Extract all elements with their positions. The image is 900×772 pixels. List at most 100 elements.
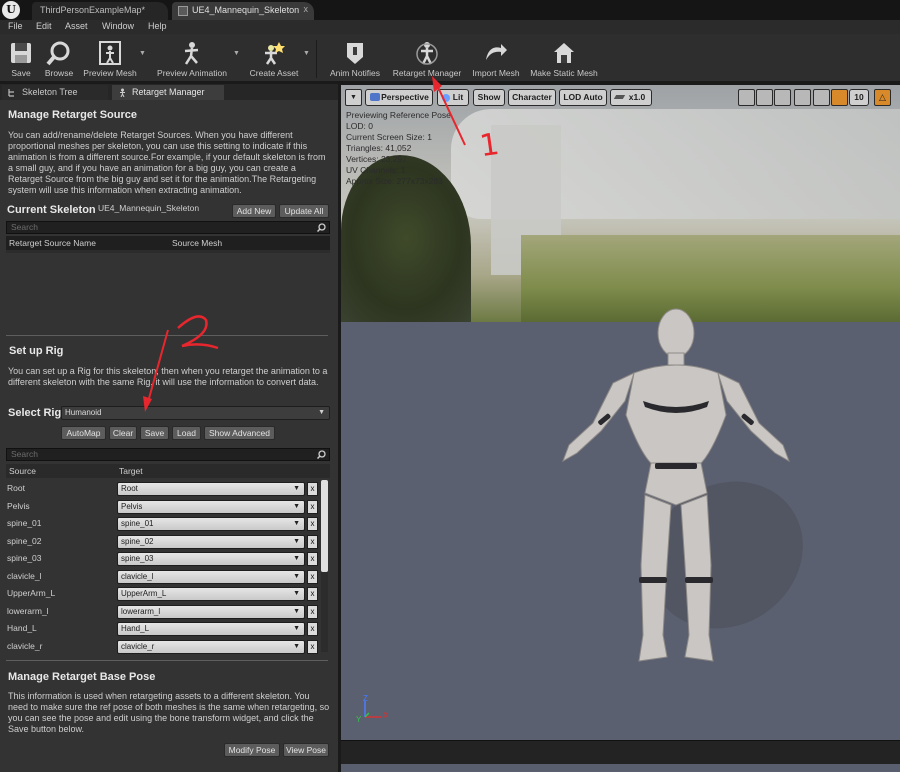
clear-mapping-button[interactable]: x — [307, 499, 318, 514]
column-target[interactable]: Target — [119, 466, 143, 476]
menu-asset[interactable]: Asset — [65, 21, 88, 31]
save-button[interactable]: Save — [4, 38, 38, 80]
tab-mannequin-skeleton[interactable]: UE4_Mannequin_Skeleton x — [172, 2, 314, 20]
rig-target-bone-value: clavicle_l — [121, 571, 154, 581]
rig-target-bone-dropdown[interactable]: UpperArm_L ▼ — [117, 587, 305, 601]
chevron-down-icon: ▼ — [293, 555, 300, 562]
chevron-down-icon: ▼ — [293, 520, 300, 527]
rig-target-bone-dropdown[interactable]: spine_03 ▼ — [117, 552, 305, 566]
playback-speed-label: x1.0 — [628, 92, 646, 102]
rig-target-bone-value: UpperArm_L — [121, 589, 167, 598]
menu-help[interactable]: Help — [148, 21, 167, 31]
view-pose-button[interactable]: View Pose — [283, 743, 329, 757]
save-icon — [11, 43, 31, 63]
rig-target-bone-value: lowerarm_l — [121, 606, 161, 616]
rig-target-bone-dropdown[interactable]: Root ▼ — [117, 482, 305, 496]
rig-target-bone-value: clavicle_r — [121, 641, 155, 651]
search-icon — [317, 450, 326, 459]
tab-skeleton-tree[interactable]: Skeleton Tree — [2, 85, 108, 100]
chevron-down-icon: ▼ — [293, 642, 300, 650]
axis-z-label: Z — [363, 694, 368, 703]
preview-mesh-button[interactable]: Preview Mesh — [80, 38, 140, 80]
rig-source-bone: spine_01 — [7, 518, 42, 528]
column-source[interactable]: Source — [9, 466, 36, 476]
rig-search-input[interactable]: Search — [6, 448, 330, 461]
preview-mesh-icon — [99, 41, 121, 65]
character-button[interactable]: Character — [508, 89, 556, 106]
browse-icon — [46, 41, 70, 66]
rig-source-bone: UpperArm_L — [7, 588, 56, 598]
tab-mannequin-skeleton-label: UE4_Mannequin_Skeleton — [192, 5, 300, 15]
menu-window[interactable]: Window — [102, 21, 134, 31]
menu-edit[interactable]: Edit — [36, 21, 52, 31]
lod-button[interactable]: LOD Auto — [559, 89, 607, 106]
select-rig-label: Select Rig — [8, 407, 62, 419]
save-label: Save — [11, 68, 31, 78]
rig-target-bone-dropdown[interactable]: spine_02 ▼ — [117, 534, 305, 549]
chevron-down-icon: ▼ — [293, 485, 300, 492]
set-up-rig-heading: Set up Rig — [9, 345, 64, 357]
rig-target-bone-dropdown[interactable]: spine_01 ▼ — [117, 517, 305, 531]
skeleton-tree-icon — [8, 89, 14, 97]
manage-base-pose-heading: Manage Retarget Base Pose — [8, 671, 156, 683]
clear-button[interactable]: Clear — [109, 426, 137, 440]
clear-mapping-button[interactable]: x — [307, 517, 318, 531]
unreal-logo-icon[interactable]: U — [2, 1, 20, 19]
clear-mapping-button[interactable]: x — [307, 534, 318, 549]
chevron-down-icon: ▼ — [293, 607, 300, 615]
clear-mapping-button[interactable]: x — [307, 622, 318, 636]
world-local-toggle-icon[interactable] — [794, 89, 811, 106]
make-static-mesh-button[interactable]: Make Static Mesh — [526, 38, 602, 80]
rig-target-bone-dropdown[interactable]: lowerarm_l ▼ — [117, 604, 305, 619]
load-rig-button[interactable]: Load — [172, 426, 201, 440]
rig-target-bone-dropdown[interactable]: Hand_L ▼ — [117, 622, 305, 636]
automap-button[interactable]: AutoMap — [61, 426, 106, 440]
clear-mapping-button[interactable]: x — [307, 639, 318, 654]
menu-bar: File Edit Asset Window Help — [0, 20, 900, 34]
rig-search-placeholder: Search — [11, 449, 38, 459]
save-rig-button[interactable]: Save — [140, 426, 169, 440]
browse-label: Browse — [44, 68, 74, 78]
close-icon[interactable]: x — [304, 4, 309, 14]
column-retarget-source-name[interactable]: Retarget Source Name — [9, 238, 96, 248]
section-divider — [6, 660, 328, 661]
modify-pose-button[interactable]: Modify Pose — [224, 743, 280, 757]
rig-target-bone-dropdown[interactable]: Pelvis ▼ — [117, 499, 305, 514]
rotate-mode-icon[interactable] — [756, 89, 773, 106]
tab-third-person-map[interactable]: ThirdPersonExampleMap* — [32, 2, 168, 20]
title-bar: U ThirdPersonExampleMap* UE4_Mannequin_S… — [0, 0, 900, 20]
show-advanced-button[interactable]: Show Advanced — [204, 426, 275, 440]
rig-source-bone: Hand_L — [7, 623, 37, 633]
axis-y-label: Y — [356, 715, 362, 724]
menu-file[interactable]: File — [8, 21, 23, 31]
speed-icon — [613, 95, 626, 99]
rig-list-scroll-track[interactable] — [321, 572, 328, 652]
preview-mesh-label: Preview Mesh — [83, 68, 137, 78]
rig-target-bone-dropdown[interactable]: clavicle_l ▼ — [117, 569, 305, 584]
clear-mapping-button[interactable]: x — [307, 587, 318, 601]
current-skeleton-label: Current Skeleton — [7, 204, 96, 216]
grid-snap-value[interactable]: 10 — [849, 89, 869, 106]
clear-mapping-button[interactable]: x — [307, 569, 318, 584]
clear-mapping-button[interactable]: x — [307, 482, 318, 496]
rig-target-bone-value: Pelvis — [121, 501, 143, 511]
rig-source-bone: Root — [7, 483, 25, 493]
surface-snap-icon[interactable] — [813, 89, 830, 106]
mannequin-character[interactable] — [521, 305, 821, 675]
clear-mapping-button[interactable]: x — [307, 552, 318, 566]
rig-source-bone: Pelvis — [7, 500, 30, 511]
rig-list-scrollbar[interactable] — [321, 480, 328, 572]
viewport-timeline-bar[interactable] — [341, 740, 900, 764]
clear-mapping-button[interactable]: x — [307, 604, 318, 619]
retarget-source-search-placeholder: Search — [11, 222, 38, 232]
translate-mode-icon[interactable] — [738, 89, 755, 106]
grid-snap-icon[interactable] — [831, 89, 848, 106]
rig-target-bone-dropdown[interactable]: clavicle_r ▼ — [117, 639, 305, 654]
rotation-snap-icon[interactable]: △ — [874, 89, 891, 106]
browse-button[interactable]: Browse — [40, 38, 78, 80]
manage-retarget-source-heading: Manage Retarget Source — [8, 109, 137, 121]
make-static-mesh-icon — [554, 43, 574, 63]
chevron-down-icon: ▼ — [293, 537, 300, 545]
scale-mode-icon[interactable] — [774, 89, 791, 106]
playback-speed-button[interactable]: x1.0 — [610, 89, 652, 106]
